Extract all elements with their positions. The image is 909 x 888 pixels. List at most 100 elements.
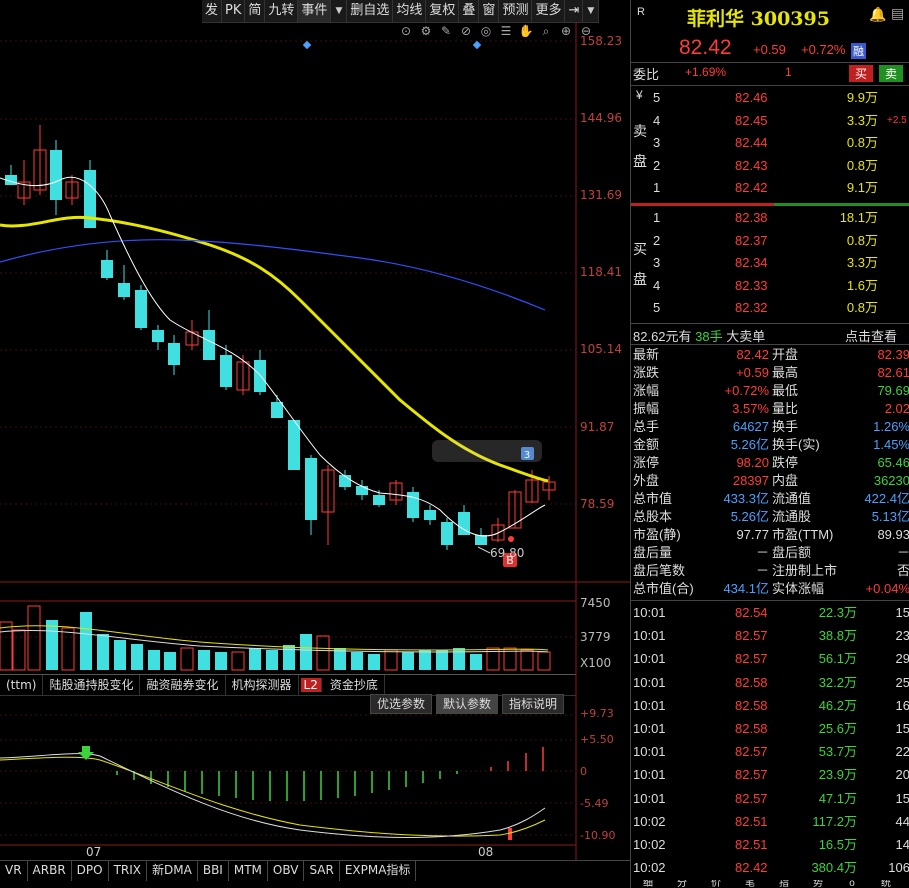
volume-bar <box>249 648 261 670</box>
buy-button[interactable]: 买 <box>849 65 874 82</box>
indicator-tab[interactable]: SAR <box>304 861 340 881</box>
kline-chart-area[interactable]: 发 PK 简九转 事件 ▼ 删自选 均线 复权叠窗预测 更多 ⇥ ▼ ⊙ ⚙ ✎ ⊘ ◎ ☰ ✋ ⌕ ⊕ ⊖ <box>0 0 630 888</box>
indicator-tab[interactable]: 新DMA <box>147 861 198 881</box>
tick-tab[interactable]: 价 <box>699 880 733 888</box>
quote-value: +0.72% <box>724 383 769 398</box>
candle-down[interactable] <box>424 510 436 520</box>
data-tab[interactable]: 机构探测器 <box>226 675 299 695</box>
level-volume: 18.1 <box>839 210 865 225</box>
tick-tab[interactable]: 分 <box>665 880 699 888</box>
candle-down[interactable] <box>220 355 232 387</box>
quote-label: 最新 <box>633 347 660 362</box>
quote-label: 流通值 <box>772 491 812 506</box>
big-order-row[interactable]: 82.62元有 38手 大卖单 <box>633 326 765 345</box>
candle-down[interactable] <box>288 420 300 470</box>
candle-down[interactable] <box>271 402 283 418</box>
level-volume: 3.3 <box>846 112 865 128</box>
indicator-tab[interactable]: MTM <box>229 861 268 881</box>
level-volume: 1.6 <box>846 277 865 293</box>
quote-value: 5.26亿 <box>730 509 769 524</box>
candle-down[interactable] <box>152 330 164 342</box>
data-tab[interactable]: 融资融券变化 <box>140 675 226 695</box>
order-book-row[interactable]: 4 82.45 3.3 万 +2.5 <box>631 110 909 132</box>
indicator-tab[interactable]: BBI <box>198 861 229 881</box>
data-tab[interactable]: 资金抄底 <box>324 675 385 695</box>
order-book-row[interactable]: 4 82.33 1.6 万 <box>631 275 909 297</box>
level-unit: 万 <box>865 157 879 173</box>
candle-down[interactable] <box>254 360 266 392</box>
candle-down[interactable] <box>305 458 317 520</box>
quote-row: 最新 82.42 开盘 82.39 <box>631 346 909 364</box>
candle-down[interactable] <box>373 495 385 505</box>
tick-tab[interactable]: 笔 <box>733 880 767 888</box>
tick-count: 106 <box>888 860 909 876</box>
quote-label: 最低 <box>772 383 799 398</box>
data-tab[interactable]: L2 <box>300 678 322 692</box>
event-marker[interactable] <box>302 40 312 50</box>
candle-down[interactable] <box>407 492 419 518</box>
tick-tab[interactable]: ο <box>835 880 869 888</box>
candle-down[interactable] <box>168 343 180 365</box>
weibi-label: 委比 <box>633 67 660 82</box>
indicator-tab[interactable]: ARBR <box>28 861 72 881</box>
candle-down[interactable] <box>475 535 487 545</box>
volume-bar <box>470 654 482 670</box>
quote-row: 金额 5.26亿 换手(实) 1.45% <box>631 436 909 454</box>
level-volume: 0.8 <box>846 232 865 248</box>
tick-tab[interactable]: 统 <box>869 880 903 888</box>
order-book-row[interactable]: 1 82.38 18.1 万 <box>631 207 909 229</box>
indicator-tab[interactable]: OBV <box>268 861 305 881</box>
kline-svg[interactable]: B 69.80 3 <box>0 0 630 888</box>
candle-down[interactable] <box>356 486 368 495</box>
order-book-row[interactable]: 3 82.34 3.3 万 <box>631 252 909 274</box>
quote-value: 28397 <box>732 473 769 488</box>
candles <box>5 125 556 550</box>
candle-down[interactable] <box>135 290 147 328</box>
menu-icon[interactable]: ▤ <box>891 5 904 22</box>
view-big-order-link[interactable]: 点击查看 <box>845 326 897 345</box>
level-num: 4 <box>653 277 661 293</box>
candle-down[interactable] <box>50 150 62 200</box>
quote-label: 最高 <box>772 365 799 380</box>
order-book-row[interactable]: 1 82.42 9.1 万 <box>631 177 909 199</box>
candle-down[interactable] <box>203 330 215 360</box>
indicator-tab[interactable]: TRIX <box>109 861 148 881</box>
candle-down[interactable] <box>101 260 113 278</box>
order-book-row[interactable]: 2 82.37 0.8 万 <box>631 230 909 252</box>
tick-price: 82.58 <box>735 721 768 736</box>
tick-time: 10:01 <box>633 790 666 806</box>
tick-tab[interactable]: 指 <box>767 880 801 888</box>
order-book-row[interactable]: 3 82.44 0.8 万 <box>631 132 909 154</box>
sell-button[interactable]: 卖 <box>879 65 904 82</box>
price-tick: 118.41 <box>580 265 622 279</box>
stock-name: 菲利华 300395 <box>687 4 830 31</box>
indicator-button[interactable]: 指标说明 <box>502 694 565 714</box>
data-tab[interactable]: 陆股通持股变化 <box>43 675 141 695</box>
order-book-row[interactable]: 5 82.32 0.8 万 <box>631 297 909 319</box>
order-book-row[interactable]: 2 82.43 0.8 万 <box>631 155 909 177</box>
x-label-08: 08 <box>478 845 494 859</box>
quote-value: 89.93 <box>877 527 909 542</box>
indicator-tab[interactable]: EXPMA指标 <box>340 861 417 881</box>
candle-down[interactable] <box>118 283 130 297</box>
indicator-tab[interactable]: VR <box>0 861 28 881</box>
volume-tick: 7450 <box>580 596 611 610</box>
tick-tab[interactable]: 细 <box>631 880 665 888</box>
indicator-button[interactable]: 默认参数 <box>436 694 499 714</box>
tick-time: 10:01 <box>633 767 666 783</box>
level-volume: 0.8 <box>846 135 865 151</box>
tick-count: 15 <box>895 721 909 736</box>
candle-down[interactable] <box>441 522 453 545</box>
data-tab[interactable]: (ttm) <box>0 675 44 695</box>
tick-tab[interactable]: 势 <box>801 880 835 888</box>
tick-time: 10:02 <box>633 813 666 829</box>
event-marker[interactable] <box>472 40 482 50</box>
tick-count: 20 <box>895 767 909 783</box>
indicator-tab[interactable]: DPO <box>72 861 109 881</box>
indicator-button[interactable]: 优选参数 <box>370 694 433 714</box>
bell-icon[interactable]: 🔔 <box>869 6 886 23</box>
volume-bar <box>384 649 398 671</box>
order-book-row[interactable]: 5 82.46 9.9 万 <box>631 87 909 109</box>
level-num: 2 <box>653 232 661 248</box>
stock-change: +0.59 <box>753 42 786 57</box>
